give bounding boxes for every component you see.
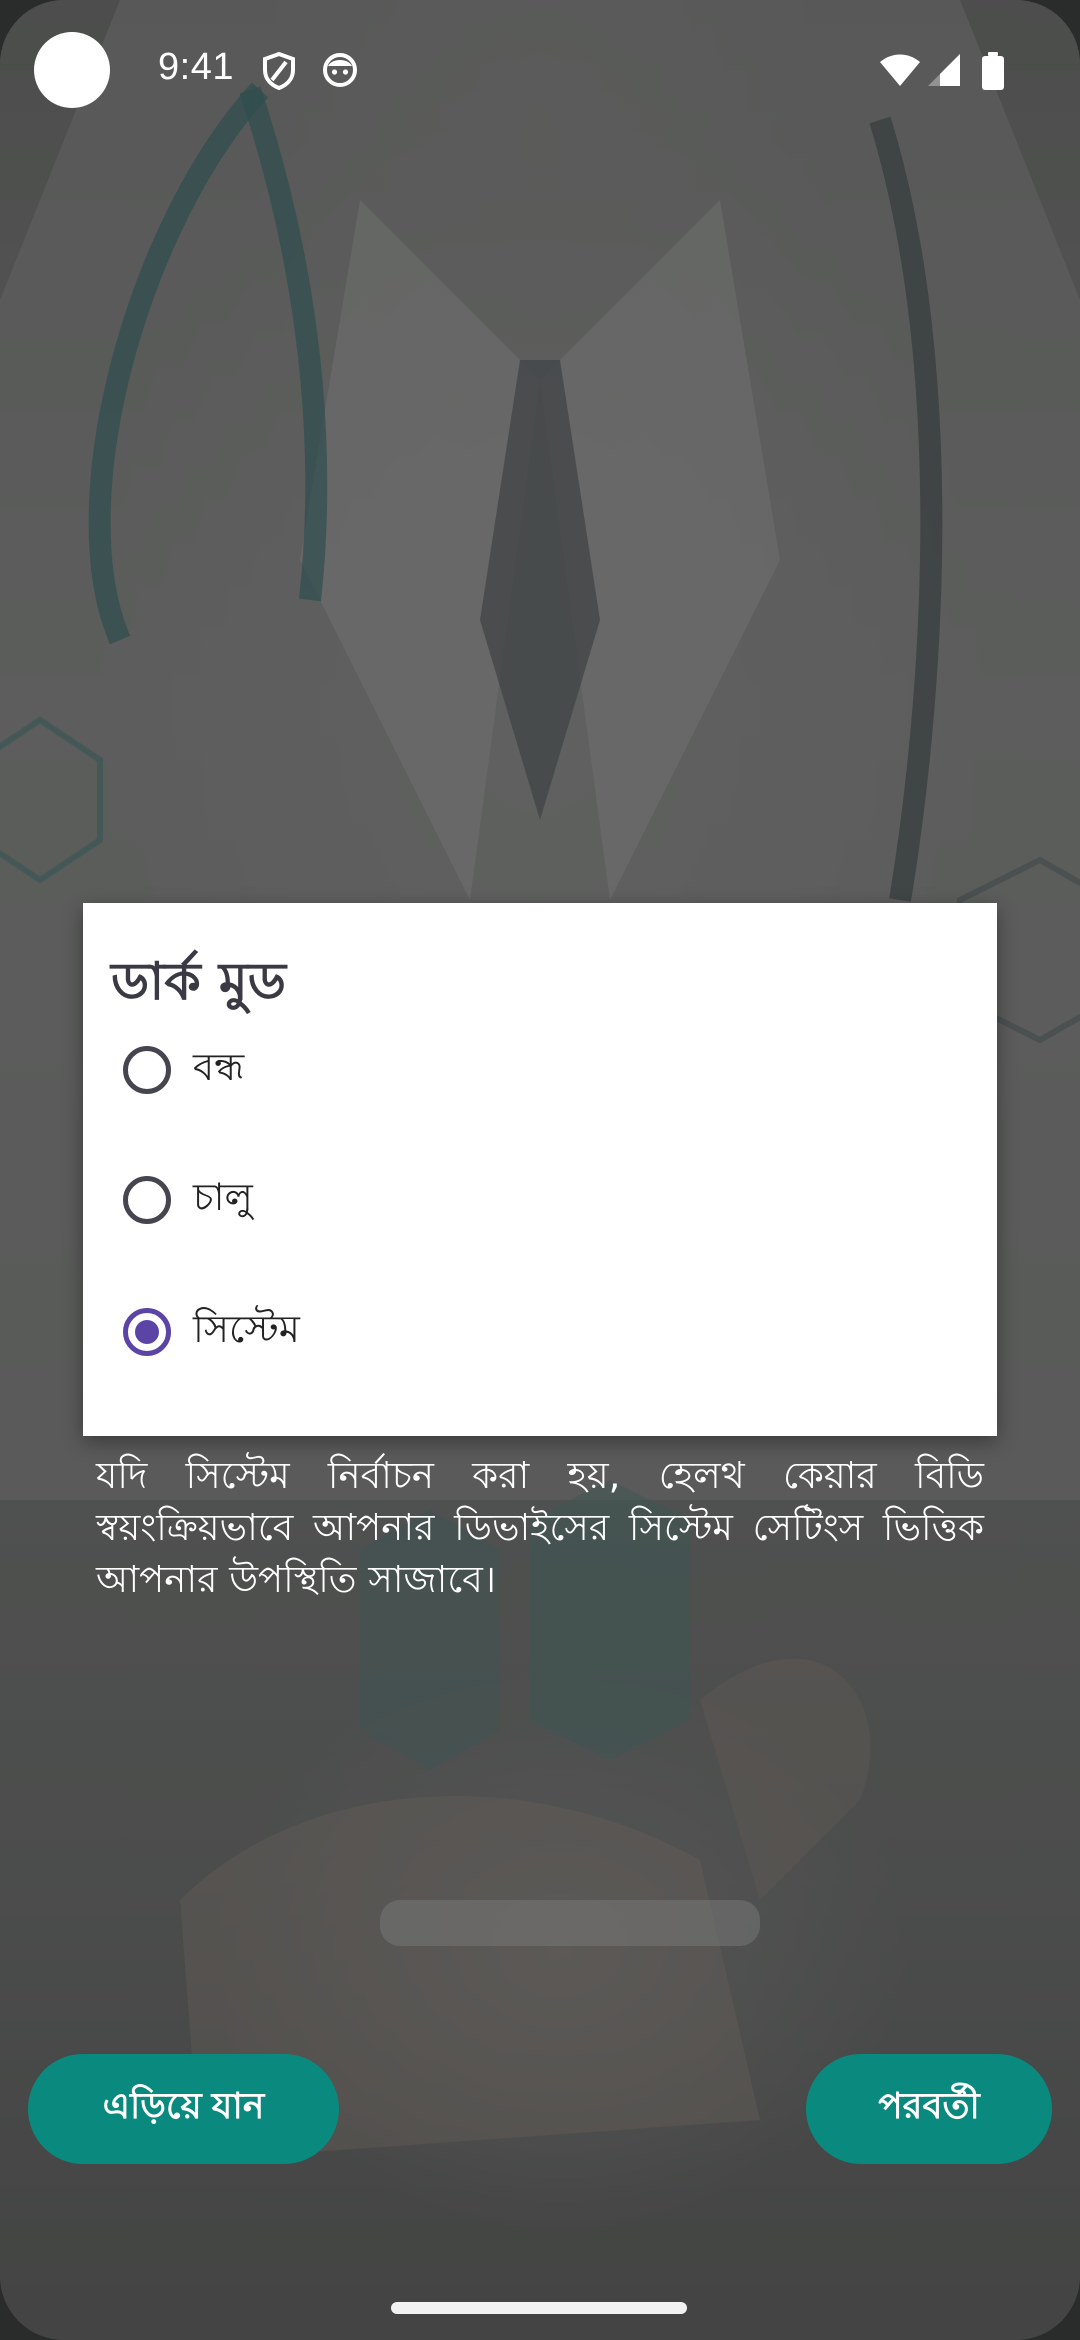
system-mode-description: যদি সিস্টেম নির্বাচন করা হয়, হেলথ কেয়া… — [96, 1454, 984, 1601]
wifi-icon — [880, 54, 920, 86]
radio-button-off[interactable] — [123, 1046, 171, 1094]
app-screen: 9:41 ডার্ক মুড বন্ধ চালু সিস্টেম যদি সিস… — [0, 0, 1080, 2340]
radio-button-on[interactable] — [123, 1176, 171, 1224]
radio-button-system[interactable] — [123, 1308, 171, 1356]
dark-mode-dialog: ডার্ক মুড বন্ধ চালু সিস্টেম — [83, 903, 997, 1436]
skip-button[interactable]: এড়িয়ে যান — [28, 2054, 339, 2164]
radio-label-on: চালু — [193, 1175, 253, 1219]
next-button[interactable]: পরবর্তী — [806, 2054, 1052, 2164]
radio-option-on[interactable]: চালু — [123, 1145, 973, 1255]
status-bar: 9:41 — [0, 0, 1080, 140]
shield-icon — [263, 52, 295, 90]
face-icon — [323, 53, 357, 87]
signal-icon — [928, 54, 960, 86]
radio-option-off[interactable]: বন্ধ — [123, 1015, 973, 1125]
camera-cutout — [34, 32, 110, 108]
radio-label-off: বন্ধ — [193, 1045, 245, 1089]
status-time: 9:41 — [158, 46, 234, 88]
home-indicator[interactable] — [391, 2302, 687, 2314]
battery-icon — [982, 52, 1004, 90]
radio-label-system: সিস্টেম — [193, 1307, 300, 1351]
radio-option-system[interactable]: সিস্টেম — [123, 1277, 973, 1387]
